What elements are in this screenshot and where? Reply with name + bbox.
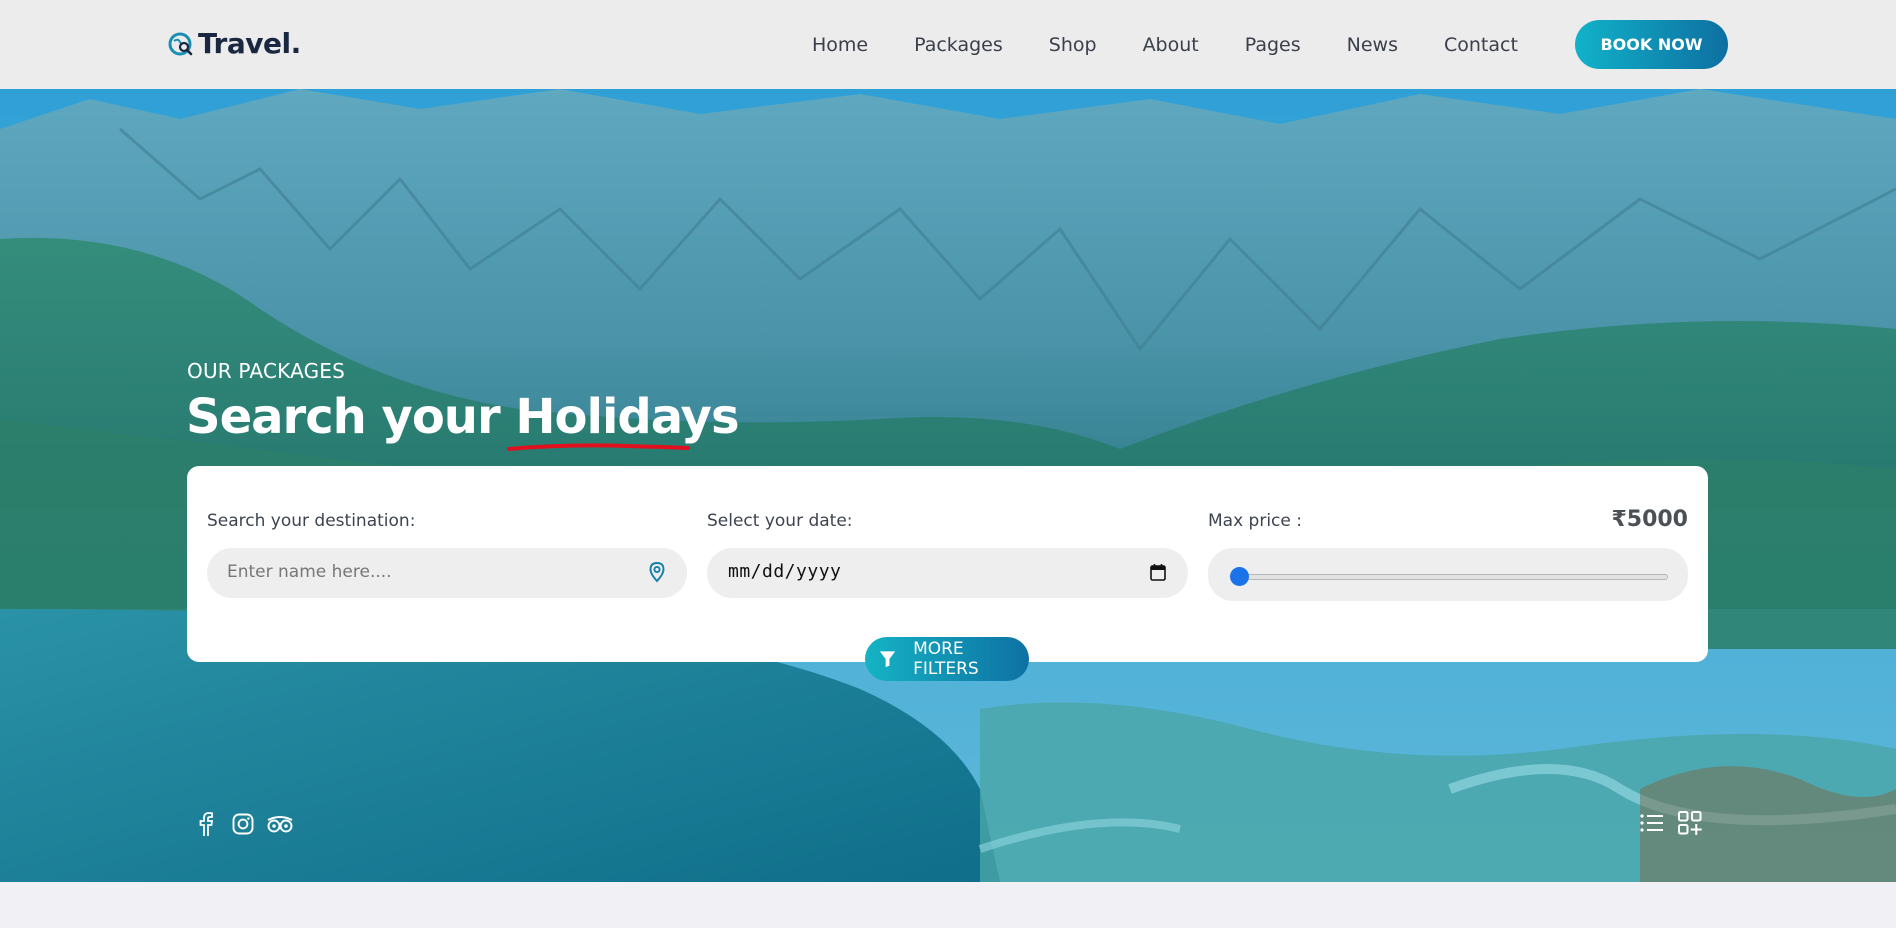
logo[interactable]: Travel.	[168, 27, 301, 60]
globe-search-icon	[168, 32, 193, 55]
price-label: Max price :	[1208, 511, 1302, 531]
filter-funnel-icon	[879, 651, 896, 668]
date-value: mm/dd/yyyy	[728, 561, 842, 582]
book-now-button[interactable]: BOOK NOW	[1575, 20, 1728, 69]
price-value: ₹5000	[1611, 507, 1688, 532]
more-filters-label: MORE FILTERS	[913, 639, 979, 679]
hero-title-plain: Search your	[186, 389, 516, 445]
grid-view-icon[interactable]	[1677, 810, 1703, 836]
logo-text: Travel.	[198, 27, 301, 60]
site-header: Travel. Home Packages Shop About Pages N…	[0, 0, 1896, 89]
instagram-icon[interactable]	[229, 810, 257, 838]
calendar-icon[interactable]	[1150, 563, 1166, 581]
title-underline-decoration	[507, 443, 690, 451]
nav-pages[interactable]: Pages	[1245, 34, 1301, 56]
hero-eyebrow: OUR PACKAGES	[187, 359, 346, 383]
price-range-field	[1208, 548, 1688, 601]
nav-contact[interactable]: Contact	[1444, 34, 1518, 56]
nav-shop[interactable]: Shop	[1049, 34, 1097, 56]
search-card: Search your destination: Enter name here…	[187, 466, 1708, 662]
tripadvisor-icon[interactable]	[266, 810, 294, 838]
date-input[interactable]: mm/dd/yyyy	[707, 548, 1188, 598]
main-nav: Home Packages Shop About Pages News Cont…	[812, 0, 1518, 89]
date-label: Select your date:	[707, 511, 853, 531]
page-bottom-area	[0, 882, 1896, 928]
facebook-icon[interactable]	[192, 810, 220, 838]
location-pin-icon	[649, 562, 665, 583]
hero-title-highlight: Holidays	[515, 389, 739, 445]
destination-input[interactable]: Enter name here....	[207, 548, 687, 598]
nav-home[interactable]: Home	[812, 34, 868, 56]
nav-packages[interactable]: Packages	[914, 34, 1003, 56]
list-view-icon[interactable]	[1639, 810, 1665, 836]
hero-title: Search your Holidays	[186, 389, 740, 445]
nav-about[interactable]: About	[1143, 34, 1199, 56]
destination-label: Search your destination:	[207, 511, 416, 531]
more-filters-button[interactable]: MORE FILTERS	[865, 637, 1029, 681]
price-slider-track[interactable]	[1238, 574, 1668, 580]
nav-news[interactable]: News	[1347, 34, 1398, 56]
destination-placeholder: Enter name here....	[227, 562, 392, 582]
price-slider-thumb[interactable]	[1230, 567, 1249, 586]
